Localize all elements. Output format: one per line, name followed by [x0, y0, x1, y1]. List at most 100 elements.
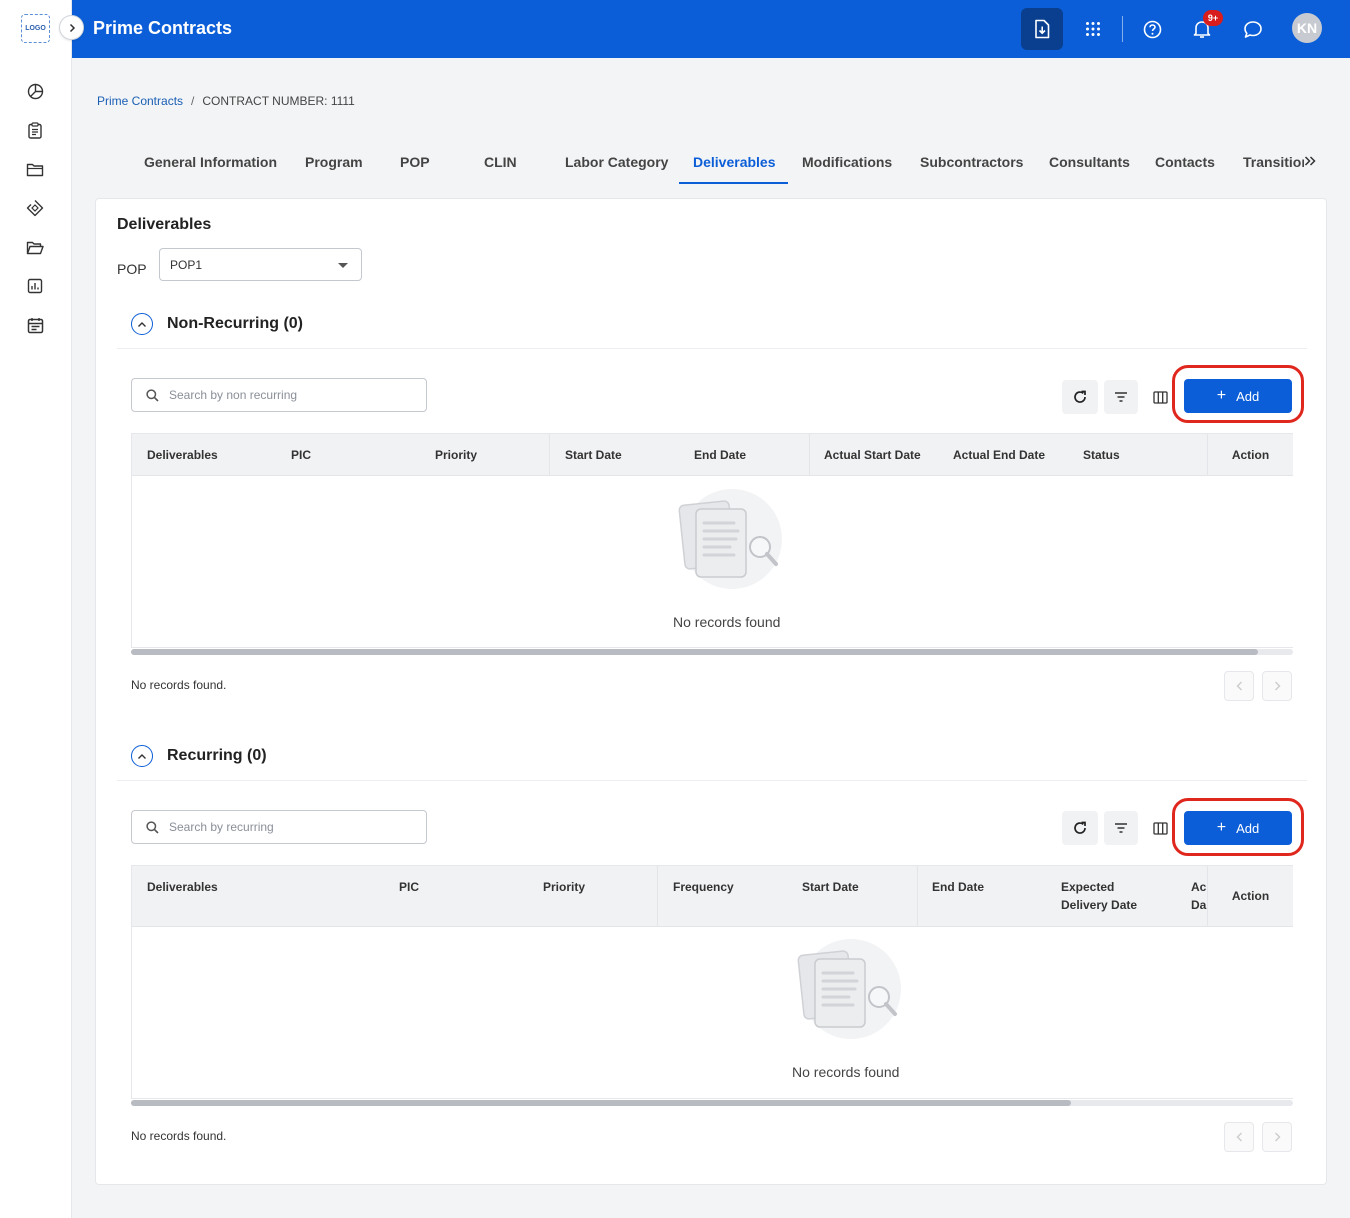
recurring-filter-button[interactable]: [1104, 811, 1138, 845]
non-recurring-collapse-button[interactable]: [131, 313, 153, 335]
column-divider: [917, 866, 918, 926]
chevron-right-icon: [69, 23, 75, 32]
dashboard-icon[interactable]: [25, 81, 45, 101]
refresh-icon: [1074, 821, 1086, 834]
calendar-icon[interactable]: [25, 315, 45, 335]
recurring-search-input[interactable]: [169, 820, 409, 834]
scrollbar-thumb[interactable]: [131, 649, 1258, 655]
recurring-refresh-button[interactable]: [1062, 811, 1098, 845]
non-recurring-horizontal-scrollbar[interactable]: [131, 649, 1293, 655]
card-title: Deliverables: [117, 216, 212, 233]
recurring-table-header: Deliverables PIC Priority Frequency Star…: [132, 866, 1293, 927]
column-header[interactable]: Ac Da: [1191, 878, 1207, 914]
non-recurring-filter-button[interactable]: [1104, 380, 1138, 414]
chevron-left-icon: [1236, 1132, 1242, 1142]
columns-icon: [1152, 390, 1168, 404]
non-recurring-section-header: Non-Recurring (0): [117, 303, 1307, 349]
recurring-collapse-button[interactable]: [131, 745, 153, 767]
recurring-search[interactable]: [131, 810, 427, 844]
column-header[interactable]: PIC: [291, 446, 311, 464]
clipboard-icon[interactable]: [25, 120, 45, 140]
tab-deliverables[interactable]: Deliverables: [679, 142, 788, 184]
recurring-footer-text: No records found.: [131, 1129, 227, 1143]
scrollbar-thumb[interactable]: [131, 1100, 1071, 1106]
column-header[interactable]: Start Date: [565, 446, 622, 464]
column-header[interactable]: Actual Start Date: [824, 446, 921, 464]
tab-consultants[interactable]: Consultants: [1035, 142, 1141, 184]
column-header[interactable]: Deliverables: [147, 878, 218, 896]
search-icon: [146, 820, 159, 834]
download-icon: [1035, 19, 1050, 39]
tab-modifications[interactable]: Modifications: [788, 142, 906, 184]
report-icon[interactable]: [25, 276, 45, 296]
column-header[interactable]: Start Date: [802, 878, 859, 896]
help-button[interactable]: [1131, 8, 1173, 50]
tab-clin[interactable]: CLIN: [470, 142, 552, 184]
search-icon: [146, 388, 159, 402]
recurring-columns-button[interactable]: [1147, 811, 1173, 845]
column-header[interactable]: Actual End Date: [953, 446, 1045, 464]
folder-open-icon[interactable]: [25, 237, 45, 257]
column-header[interactable]: End Date: [694, 446, 746, 464]
tab-general-information[interactable]: General Information: [130, 142, 288, 184]
prev-page-button[interactable]: [1224, 1122, 1254, 1152]
header-divider: [1122, 16, 1123, 42]
next-page-button[interactable]: [1262, 1122, 1292, 1152]
column-header[interactable]: Expected Delivery Date: [1061, 878, 1151, 914]
filter-icon: [1115, 823, 1127, 833]
non-recurring-refresh-button[interactable]: [1062, 380, 1098, 414]
non-recurring-columns-button[interactable]: [1147, 380, 1173, 414]
action-column-header: Action: [1207, 434, 1293, 475]
add-button-highlight: [1172, 798, 1304, 856]
notification-badge: 9+: [1203, 10, 1223, 26]
tab-labor-category[interactable]: Labor Category: [552, 142, 679, 184]
column-header[interactable]: Status: [1083, 446, 1120, 464]
pop-select[interactable]: POP1: [159, 248, 362, 281]
apps-grid-button[interactable]: [1072, 8, 1114, 50]
user-avatar[interactable]: KN: [1292, 13, 1322, 43]
tab-subcontractors[interactable]: Subcontractors: [906, 142, 1035, 184]
column-divider: [809, 434, 810, 475]
empty-state-text: No records found: [792, 1064, 900, 1080]
non-recurring-search[interactable]: [131, 378, 427, 412]
sidebar-expand-button[interactable]: [59, 15, 84, 40]
app-title: Prime Contracts: [93, 18, 233, 38]
non-recurring-title: Non-Recurring (0): [167, 315, 303, 332]
breadcrumb-root-link[interactable]: Prime Contracts: [97, 94, 183, 108]
breadcrumb: Prime Contracts / CONTRACT NUMBER: 1111: [97, 94, 355, 108]
chat-icon: [1244, 20, 1262, 38]
breadcrumb-current: CONTRACT NUMBER: 1111: [202, 94, 355, 108]
column-header[interactable]: Priority: [543, 878, 585, 896]
tab-contacts[interactable]: Contacts: [1141, 142, 1229, 184]
recurring-horizontal-scrollbar[interactable]: [131, 1100, 1293, 1106]
tag-icon[interactable]: [25, 198, 45, 218]
column-header[interactable]: Deliverables: [147, 446, 218, 464]
folder-icon[interactable]: [25, 159, 45, 179]
prev-page-button[interactable]: [1224, 671, 1254, 701]
column-header[interactable]: PIC: [399, 878, 419, 896]
double-chevron-right-icon: [1304, 156, 1316, 166]
columns-icon: [1152, 821, 1168, 835]
deliverables-card: Deliverables POP POP1 Non-Recurring (0) …: [95, 198, 1327, 1185]
recurring-table: Deliverables PIC Priority Frequency Star…: [131, 865, 1293, 1099]
pop-label: POP: [117, 261, 147, 277]
top-header: Prime Contracts 9+ KN: [72, 0, 1350, 58]
app-logo: LOGO: [21, 14, 50, 43]
non-recurring-search-input[interactable]: [169, 388, 409, 402]
tab-program[interactable]: Program: [288, 142, 386, 184]
grid-icon: [1086, 22, 1100, 36]
download-button[interactable]: [1021, 8, 1063, 50]
column-header[interactable]: End Date: [932, 878, 984, 896]
next-page-button[interactable]: [1262, 671, 1292, 701]
pop-select-value: POP1: [170, 258, 203, 272]
tab-transitions[interactable]: Transition:: [1229, 142, 1304, 184]
tab-bar: General Information Program POP CLIN Lab…: [130, 142, 1304, 184]
column-header[interactable]: Frequency: [673, 878, 734, 896]
chevron-left-icon: [1236, 681, 1242, 691]
chevron-up-icon: [138, 753, 146, 759]
no-records-illustration: [678, 489, 782, 589]
tab-pop[interactable]: POP: [386, 142, 470, 184]
chat-button[interactable]: [1232, 8, 1274, 50]
column-header[interactable]: Priority: [435, 446, 477, 464]
tabs-scroll-right-button[interactable]: [1301, 152, 1319, 170]
